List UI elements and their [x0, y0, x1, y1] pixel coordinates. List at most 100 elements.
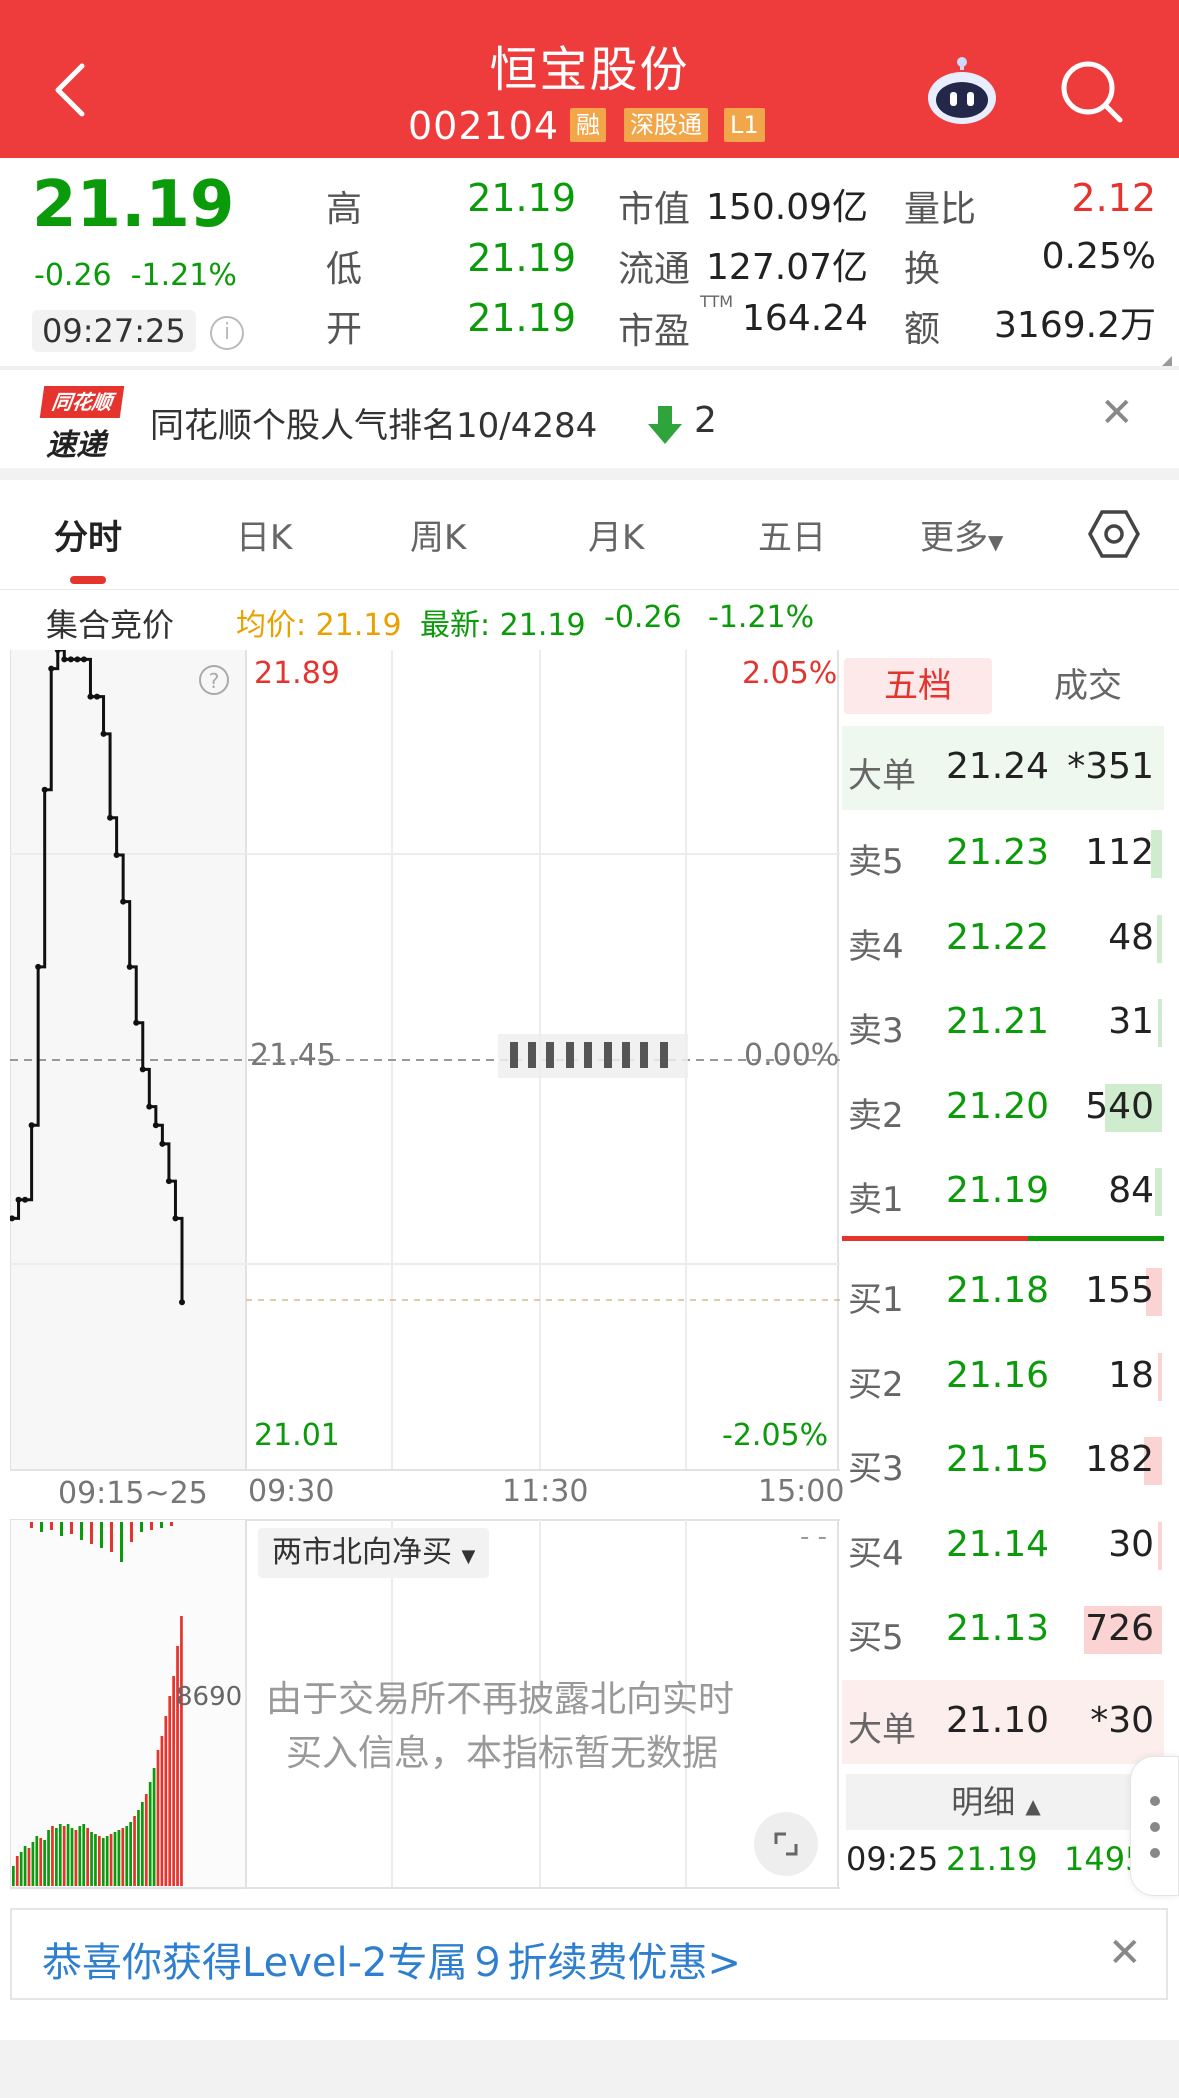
level-label: 买5 [848, 1618, 904, 1658]
intraday-chart[interactable]: ? 21.89 21.45 21.01 2.05% 0.00% -2.05% 0… [9, 647, 844, 1890]
price-point [126, 963, 133, 970]
tab-trades[interactable]: 成交 [1038, 658, 1138, 714]
market-cap-label: 市值 [618, 189, 691, 230]
active-tab-indicator [70, 576, 106, 584]
sell-row: 卖3 21.21 31 [842, 981, 1164, 1065]
price-point [74, 656, 81, 663]
level-price: 21.14 [946, 1523, 1050, 1565]
level-label: 卖5 [848, 842, 904, 882]
volume-bar [121, 1828, 125, 1886]
latest-change-pct: -1.21% [708, 600, 815, 635]
volume-bar [82, 1824, 86, 1886]
open-label: 开 [326, 309, 363, 350]
x-tick-midday: 11:30 [502, 1474, 589, 1509]
low-value: 21.19 [467, 236, 576, 280]
level-price: 21.21 [946, 1001, 1050, 1042]
change-percent: -1.21% [130, 258, 237, 293]
search-icon[interactable] [1058, 58, 1124, 124]
volume-bar [120, 1522, 123, 1562]
price-point [48, 665, 55, 672]
pct-axis-bottom: -2.05% [722, 1418, 829, 1453]
close-banner-icon[interactable]: ✕ [1100, 390, 1134, 436]
no-data-line-2: 买入信息，本指标暂无数据 [286, 1733, 719, 1774]
order-book: 五档 成交 大单 21.24 *351 卖5 21.23 112 卖4 21.22 48 卖… [842, 650, 1164, 1890]
level-volume: 182 [1085, 1439, 1154, 1480]
tab-monthly-k[interactable]: 月K [588, 510, 644, 559]
tab-level5[interactable]: 五档 [844, 658, 992, 714]
volume-bar [90, 1832, 93, 1886]
detail-toggle[interactable]: 明细 ▲ [846, 1774, 1146, 1830]
volume-bar [51, 1826, 54, 1886]
avg-price: 均价: 21.19 [236, 608, 402, 643]
x-tick-open: 09:30 [248, 1474, 335, 1509]
price-point [179, 1299, 185, 1306]
turnover-value: 0.25% [1041, 236, 1156, 277]
big-order-top: 大单 21.24 *351 [842, 726, 1164, 810]
popularity-banner[interactable]: 同花顺 速递 同花顺个股人气排名10/4284 2 ✕ [0, 370, 1179, 468]
volume-bar [78, 1826, 82, 1886]
volume-bar [80, 1522, 83, 1540]
level-label: 买1 [848, 1280, 904, 1320]
volume-bar [35, 1836, 39, 1886]
tab-more[interactable]: 更多▼ [920, 510, 1003, 559]
fullscreen-button[interactable] [754, 1812, 818, 1876]
volume-bar [160, 1736, 164, 1886]
volume-bar [62, 1826, 66, 1886]
level-price: 21.23 [946, 832, 1050, 873]
high-value: 21.19 [467, 176, 576, 220]
volume-bar [98, 1836, 101, 1886]
volume-bar [109, 1834, 113, 1886]
volume-bar [141, 1802, 144, 1886]
rank-change: 2 [694, 400, 717, 441]
y-axis-mid: 21.45 [250, 1038, 336, 1073]
price-point [165, 1178, 172, 1185]
tab-intraday[interactable]: 分时 [54, 510, 122, 559]
tab-weekly-k[interactable]: 周K [410, 510, 466, 559]
volume-bar [31, 1842, 35, 1886]
buy-row: 买1 21.18 155 [842, 1250, 1164, 1334]
low-label: 低 [326, 249, 363, 290]
level-volume: 48 [1108, 916, 1154, 958]
pct-axis-top: 2.05% [742, 656, 838, 691]
price-point [107, 814, 114, 821]
tag-connect: 深股通 [624, 108, 708, 142]
level-price: 21.22 [946, 916, 1050, 958]
sell-row: 卖4 21.22 48 [842, 897, 1164, 981]
sell-row: 卖5 21.23 112 [842, 812, 1164, 896]
level-price: 21.18 [946, 1270, 1050, 1311]
volume-bar [156, 1750, 160, 1886]
level2-promo-banner[interactable]: 恭喜你获得Level-2专属９折续费优惠> ✕ [10, 1908, 1168, 2000]
volume-bar [55, 1828, 58, 1886]
side-more-handle[interactable] [1130, 1756, 1179, 1896]
robot-assistant-icon[interactable] [924, 56, 1000, 126]
level-price: 21.13 [946, 1608, 1050, 1649]
volume-bar [74, 1830, 78, 1886]
tab-daily-k[interactable]: 日K [236, 510, 292, 559]
latest-price: 最新: 21.19 [420, 608, 586, 643]
close-promo-icon[interactable]: ✕ [1108, 1930, 1142, 1976]
info-icon[interactable]: i [210, 316, 244, 350]
price-point [15, 1196, 22, 1203]
volume-bar [12, 1866, 15, 1886]
latest-change: -0.26 [604, 600, 682, 635]
indicator-selector[interactable]: 两市北向净买 ▼ [258, 1528, 490, 1578]
price-point [159, 1140, 166, 1147]
price-point [35, 963, 42, 970]
volume-bar [19, 1852, 23, 1886]
x-tick-auction: 09:15~25 [58, 1476, 208, 1511]
buy-volume-bar [1158, 1521, 1162, 1570]
high-label: 高 [326, 189, 363, 230]
promo-text[interactable]: 恭喜你获得Level-2专属９折续费优惠> [42, 1930, 741, 1988]
sell-buy-divider-green [1028, 1236, 1164, 1241]
tab-five-day[interactable]: 五日 [758, 510, 826, 559]
caret-down-icon: ▼ [988, 530, 1004, 554]
level-label: 买4 [848, 1533, 904, 1574]
market-cap-value: 150.09亿 [706, 187, 868, 228]
price-point [172, 1215, 179, 1222]
level-volume: 540 [1085, 1085, 1154, 1127]
volume-bar [40, 1522, 43, 1532]
sell-volume-bar [1157, 914, 1162, 963]
price-point [87, 693, 94, 700]
volume-bar [70, 1522, 73, 1534]
settings-hex-icon[interactable] [1088, 508, 1140, 560]
